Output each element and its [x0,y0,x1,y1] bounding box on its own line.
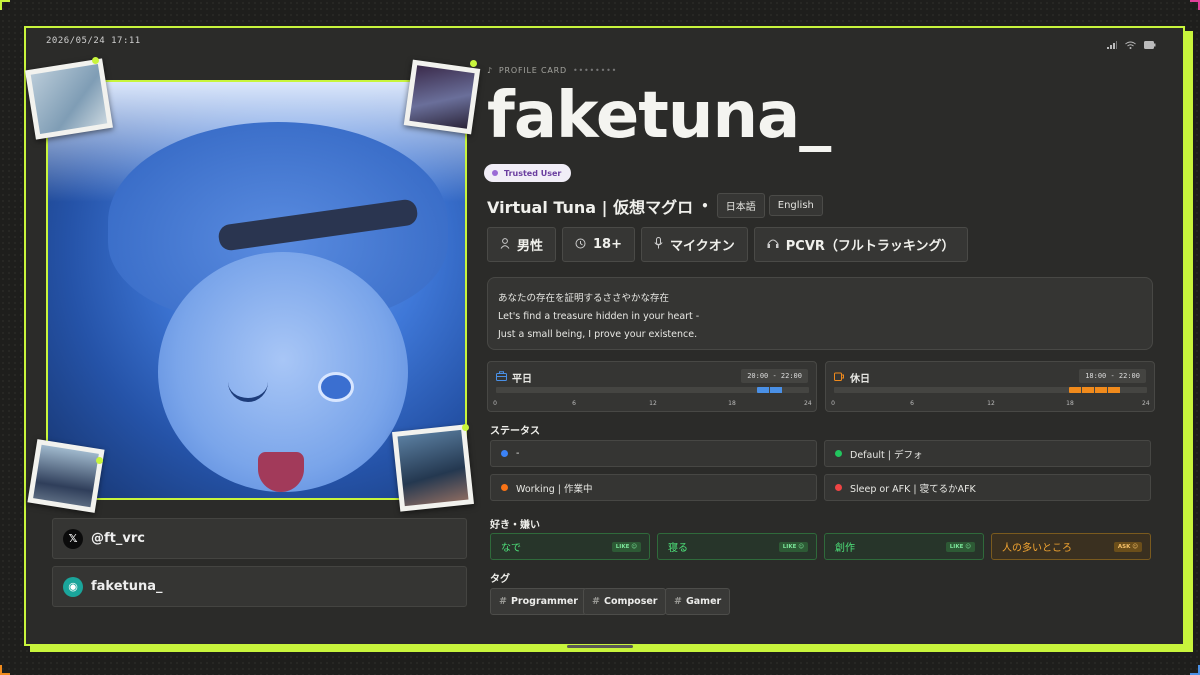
display-name: faketuna_ [487,79,831,153]
bio-line: Just a small being, I prove your existen… [498,329,698,340]
chip-age: 18+ [562,227,635,262]
briefcase-icon [496,371,507,384]
profile-card-label: ♪ PROFILE CARD •••••••• [487,66,618,75]
battery-icon [1144,34,1156,53]
coffee-icon [834,371,845,384]
bottom-handle [567,645,633,648]
person-icon [500,237,510,252]
separator: • [701,198,709,213]
like-item: 寝る LIKE ☺ [657,533,817,560]
tag-programmer[interactable]: # Programmer [490,588,587,615]
hash-icon: # [674,596,682,607]
polaroid-photo-4 [392,424,474,512]
social-handle: faketuna_ [91,579,163,594]
like-item: なで LIKE ☺ [490,533,650,560]
polaroid-photo-3 [27,439,105,513]
social-handle: @ft_vrc [91,531,145,546]
headset-icon [767,238,779,252]
timeline-fill [1068,387,1121,393]
social-discord[interactable]: ◉ faketuna_ [52,566,467,607]
wifi-icon [1125,34,1136,53]
polaroid-photo-1 [25,58,113,140]
bio-line: Let's find a treasure hidden in your hea… [498,311,700,322]
hash-icon: # [592,596,600,607]
polaroid-photo-2 [403,59,481,135]
status-icons [1107,34,1156,53]
x-logo-icon: 𝕏 [63,528,83,549]
language-badge: English [768,195,823,216]
like-badge: LIKE ☺ [778,541,808,552]
timeline-fill [756,387,783,393]
chip-platform: PCVR（フルトラッキング） [753,227,968,262]
status-dot [501,450,508,457]
timeline-bar [496,387,809,393]
status-option[interactable]: Working | 作業中 [490,474,817,501]
ask-badge: ASK ☺ [1113,541,1142,552]
status-option[interactable]: - [490,440,817,467]
corner-accent-br [1190,665,1200,675]
tags-heading: タグ [490,574,510,585]
age-icon [575,238,586,252]
clock: 2026/05/24 17:11 [46,36,141,46]
schedule-holiday: 休日 18:00 - 22:00 0 6 12 18 24 [825,361,1155,412]
status-dot [835,484,842,491]
music-note-icon: ♪ [487,66,493,75]
trusted-badge: Trusted User [484,164,572,182]
language-badge: 日本語 [716,193,765,218]
like-badge: LIKE ☺ [945,541,975,552]
time-range: 18:00 - 22:00 [1079,369,1146,383]
pin-dot [462,424,469,431]
schedule-label: 平日 [512,374,532,385]
corner-accent-tl [0,0,10,10]
microphone-icon [654,237,663,252]
social-twitter[interactable]: 𝕏 @ft_vrc [52,518,467,559]
chip-mic: マイクオン [641,227,748,262]
time-range: 20:00 - 22:00 [741,369,808,383]
hash-icon: # [499,596,507,607]
like-badge: LIKE ☺ [611,541,641,552]
subtitle-row: Virtual Tuna | 仮想マグロ • 日本語 English [487,193,823,218]
corner-accent-bl [0,665,10,675]
status-option[interactable]: Default | デフォ [824,440,1151,467]
bio-box: あなたの存在を証明するささやかな存在 Let's find a treasure… [487,277,1153,350]
pin-dot [470,60,477,67]
info-chips: 男性 18+ マイクオン PCVR（フルトラッキング） [487,227,968,262]
tag-gamer[interactable]: # Gamer [665,588,731,615]
pin-dot [92,57,99,64]
likes-heading: 好き・嫌い [490,520,540,531]
bio-line: あなたの存在を証明するささやかな存在 [498,293,670,304]
subtitle: Virtual Tuna | 仮想マグロ [487,197,694,217]
status-heading: ステータス [490,426,540,437]
status-dot [835,450,842,457]
corner-accent-tr [1190,0,1200,10]
tag-composer[interactable]: # Composer [583,588,667,615]
schedule-weekday: 平日 20:00 - 22:00 0 6 12 18 24 [487,361,817,412]
timeline-bar [834,387,1147,393]
status-option[interactable]: Sleep or AFK | 寝てるかAFK [824,474,1151,501]
pin-dot [96,457,103,464]
chip-gender: 男性 [487,227,557,262]
like-item: 創作 LIKE ☺ [824,533,984,560]
status-dot [501,484,508,491]
ask-item: 人の多いところ ASK ☺ [991,533,1151,560]
discord-icon: ◉ [63,576,83,597]
signal-icon [1107,34,1117,53]
schedule-label: 休日 [850,374,870,385]
